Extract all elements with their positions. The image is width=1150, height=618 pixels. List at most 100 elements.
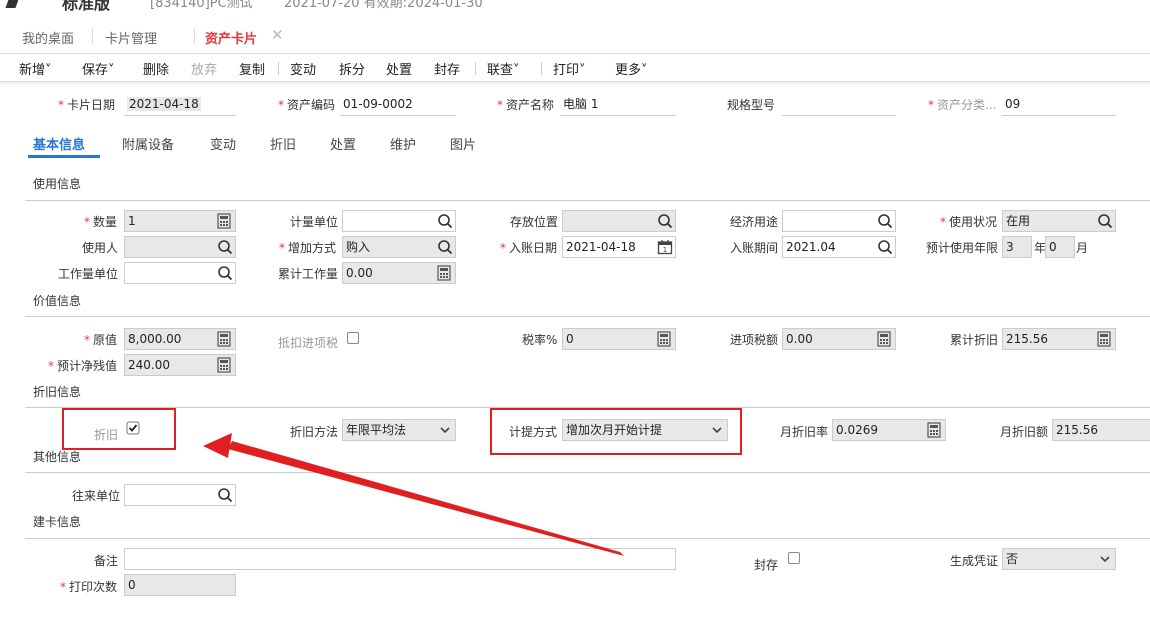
more-button[interactable]: 更多˅: [615, 59, 648, 78]
copy-button[interactable]: 复制: [239, 59, 265, 78]
entry-period-field[interactable]: 2021.04: [782, 236, 896, 258]
monthly-rate-value: 0.0269: [836, 423, 878, 437]
purpose-label: 经济用途: [730, 215, 779, 229]
asset-name-field[interactable]: 电脑 1: [560, 94, 676, 116]
logo-icon: [5, 0, 21, 8]
calculator-icon[interactable]: [1096, 331, 1112, 347]
cumwork-value: 0.00: [346, 266, 373, 280]
subtab-attached-devices[interactable]: 附属设备: [122, 134, 174, 153]
calculator-icon[interactable]: [216, 213, 232, 229]
subtab-pictures[interactable]: 图片: [450, 134, 476, 153]
voucher-label: 生成凭证: [950, 554, 999, 568]
category-field[interactable]: 09: [1002, 94, 1116, 116]
workunit-field[interactable]: [124, 262, 236, 284]
monthly-rate-field[interactable]: 0.0269: [832, 419, 946, 441]
discard-button[interactable]: 放弃: [191, 59, 217, 78]
section-divider: [25, 200, 1150, 201]
quantity-field[interactable]: 1: [124, 210, 236, 232]
chevron-down-icon: ˅: [513, 63, 520, 78]
section-build-title: 建卡信息: [33, 515, 82, 529]
original-value-label: * 原值: [84, 333, 118, 347]
unit-field[interactable]: [342, 210, 456, 232]
partner-field[interactable]: [124, 484, 236, 506]
section-divider: [25, 472, 1150, 473]
calendar-icon[interactable]: 1: [657, 239, 673, 255]
input-tax-field[interactable]: 0.00: [782, 328, 896, 350]
subtab-basic-info[interactable]: 基本信息: [33, 134, 85, 153]
tab-desktop[interactable]: 我的桌面: [22, 28, 74, 47]
search-icon[interactable]: [657, 213, 673, 229]
deduct-tax-checkbox[interactable]: [347, 332, 359, 344]
accrual-method-select[interactable]: 增加次月开始计提: [562, 419, 728, 441]
remark-label: 备注: [94, 554, 119, 568]
seal-button[interactable]: 封存: [434, 59, 460, 78]
add-label: 新增: [19, 63, 46, 78]
remark-field[interactable]: [124, 548, 676, 570]
user-field[interactable]: [124, 236, 236, 258]
residual-value-field[interactable]: 240.00: [124, 354, 236, 376]
location-field[interactable]: [562, 210, 676, 232]
close-tab-icon[interactable]: ✕: [271, 26, 284, 44]
asset-name-value: 电脑 1: [563, 97, 599, 111]
section-other-title: 其他信息: [33, 450, 82, 464]
dispose-button[interactable]: 处置: [386, 59, 412, 78]
month-unit: 月: [1076, 241, 1089, 255]
annotation-arrow: [203, 433, 624, 556]
search-icon[interactable]: [437, 239, 453, 255]
add-method-field[interactable]: 购入: [342, 236, 456, 258]
calculator-icon[interactable]: [436, 265, 452, 281]
print-count-field[interactable]: 0: [124, 574, 236, 596]
status-value: 在用: [1006, 214, 1031, 228]
subtab-depreciation[interactable]: 折旧: [270, 134, 296, 153]
asset-code-field[interactable]: 01-09-0002: [340, 94, 456, 116]
tab-asset-card[interactable]: 资产卡片: [205, 28, 257, 47]
subtab-disposal[interactable]: 处置: [330, 134, 356, 153]
card-date-field[interactable]: 2021-04-18: [124, 94, 236, 116]
depreciation-method-select[interactable]: 年限平均法: [342, 419, 456, 441]
seal-checkbox[interactable]: [788, 552, 800, 564]
life-years-field[interactable]: 3: [1002, 236, 1032, 258]
search-icon[interactable]: [217, 265, 233, 281]
cumulative-depreciation-label: 累计折旧: [950, 333, 999, 347]
window-tabs: 我的桌面 卡片管理 资产卡片 ✕: [0, 18, 1150, 54]
tab-card-management[interactable]: 卡片管理: [105, 28, 157, 47]
calculator-icon[interactable]: [216, 331, 232, 347]
search-icon[interactable]: [217, 487, 233, 503]
voucher-select[interactable]: 否: [1002, 548, 1116, 570]
asset-code-value: 01-09-0002: [343, 97, 413, 111]
spec-field[interactable]: [782, 94, 896, 116]
linkquery-button[interactable]: 联查˅: [487, 59, 520, 78]
original-value-field[interactable]: 8,000.00: [124, 328, 236, 350]
monthly-amount-field[interactable]: 215.56: [1052, 419, 1150, 441]
status-field[interactable]: 在用: [1002, 210, 1116, 232]
calculator-icon[interactable]: [876, 331, 892, 347]
purpose-field[interactable]: [782, 210, 896, 232]
calculator-icon[interactable]: [926, 422, 942, 438]
tax-rate-field[interactable]: 0: [562, 328, 676, 350]
split-button[interactable]: 拆分: [339, 59, 365, 78]
original-value-label-text: 原值: [93, 333, 118, 347]
delete-button[interactable]: 删除: [143, 59, 169, 78]
save-button[interactable]: 保存˅: [82, 59, 115, 78]
cumwork-field[interactable]: 0.00: [342, 262, 456, 284]
search-icon[interactable]: [1097, 213, 1113, 229]
life-months-field[interactable]: 0: [1045, 236, 1075, 258]
svg-text:1: 1: [663, 246, 667, 254]
search-icon[interactable]: [877, 239, 893, 255]
cumulative-depreciation-value: 215.56: [1006, 332, 1048, 346]
search-icon[interactable]: [217, 239, 233, 255]
entry-date-field[interactable]: 2021-04-18 1: [562, 236, 676, 258]
search-icon[interactable]: [437, 213, 453, 229]
cumulative-depreciation-field[interactable]: 215.56: [1002, 328, 1116, 350]
add-button[interactable]: 新增˅: [19, 59, 52, 78]
toolbar-separator: [278, 62, 279, 75]
change-button[interactable]: 变动: [290, 59, 316, 78]
subtab-change[interactable]: 变动: [210, 134, 236, 153]
residual-value-label-text: 预计净残值: [57, 359, 118, 373]
search-icon[interactable]: [877, 213, 893, 229]
calculator-icon[interactable]: [216, 357, 232, 373]
calculator-icon[interactable]: [656, 331, 672, 347]
print-button[interactable]: 打印˅: [553, 59, 586, 78]
card-date-label: * 卡片日期: [58, 98, 116, 112]
subtab-maintenance[interactable]: 维护: [390, 134, 416, 153]
